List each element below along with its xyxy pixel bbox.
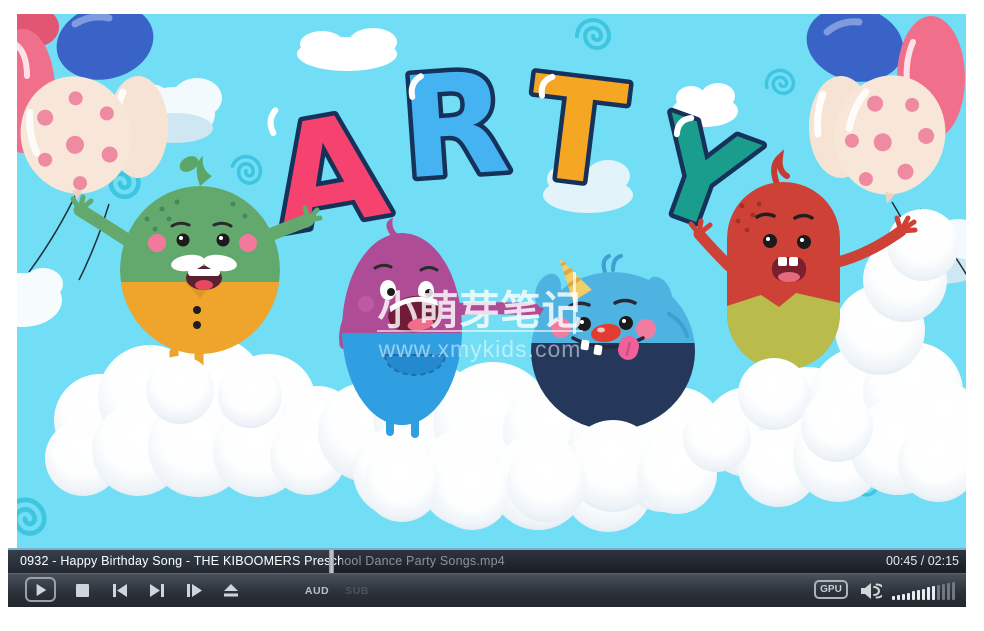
- step-forward-button[interactable]: [182, 574, 206, 607]
- player-toolbar: 0932 - Happy Birthday Song - THE KIBOOME…: [8, 548, 966, 607]
- controls-bar: AUD SUB GPU: [8, 573, 966, 607]
- mute-speaker-icon[interactable]: [858, 574, 884, 607]
- video-display-area[interactable]: A R T Y: [17, 14, 966, 548]
- video-scene: A R T Y: [17, 14, 966, 548]
- letter-r: R: [395, 41, 514, 211]
- volume-slider[interactable]: [892, 574, 964, 607]
- gpu-indicator-badge[interactable]: GPU: [814, 580, 848, 599]
- seekbar[interactable]: 0932 - Happy Birthday Song - THE KIBOOME…: [8, 548, 966, 573]
- time-display: 00:45 / 02:15: [886, 550, 959, 572]
- letter-t: T: [518, 46, 633, 219]
- next-button[interactable]: [145, 574, 169, 607]
- eject-button[interactable]: [219, 574, 243, 607]
- player-window: A R T Y: [0, 0, 984, 631]
- subtitle-button[interactable]: SUB: [342, 574, 372, 607]
- audio-track-button[interactable]: AUD: [302, 574, 332, 607]
- seekbar-playhead[interactable]: [329, 550, 334, 573]
- play-button[interactable]: [25, 577, 56, 602]
- previous-button[interactable]: [108, 574, 132, 607]
- stop-button[interactable]: [70, 574, 94, 607]
